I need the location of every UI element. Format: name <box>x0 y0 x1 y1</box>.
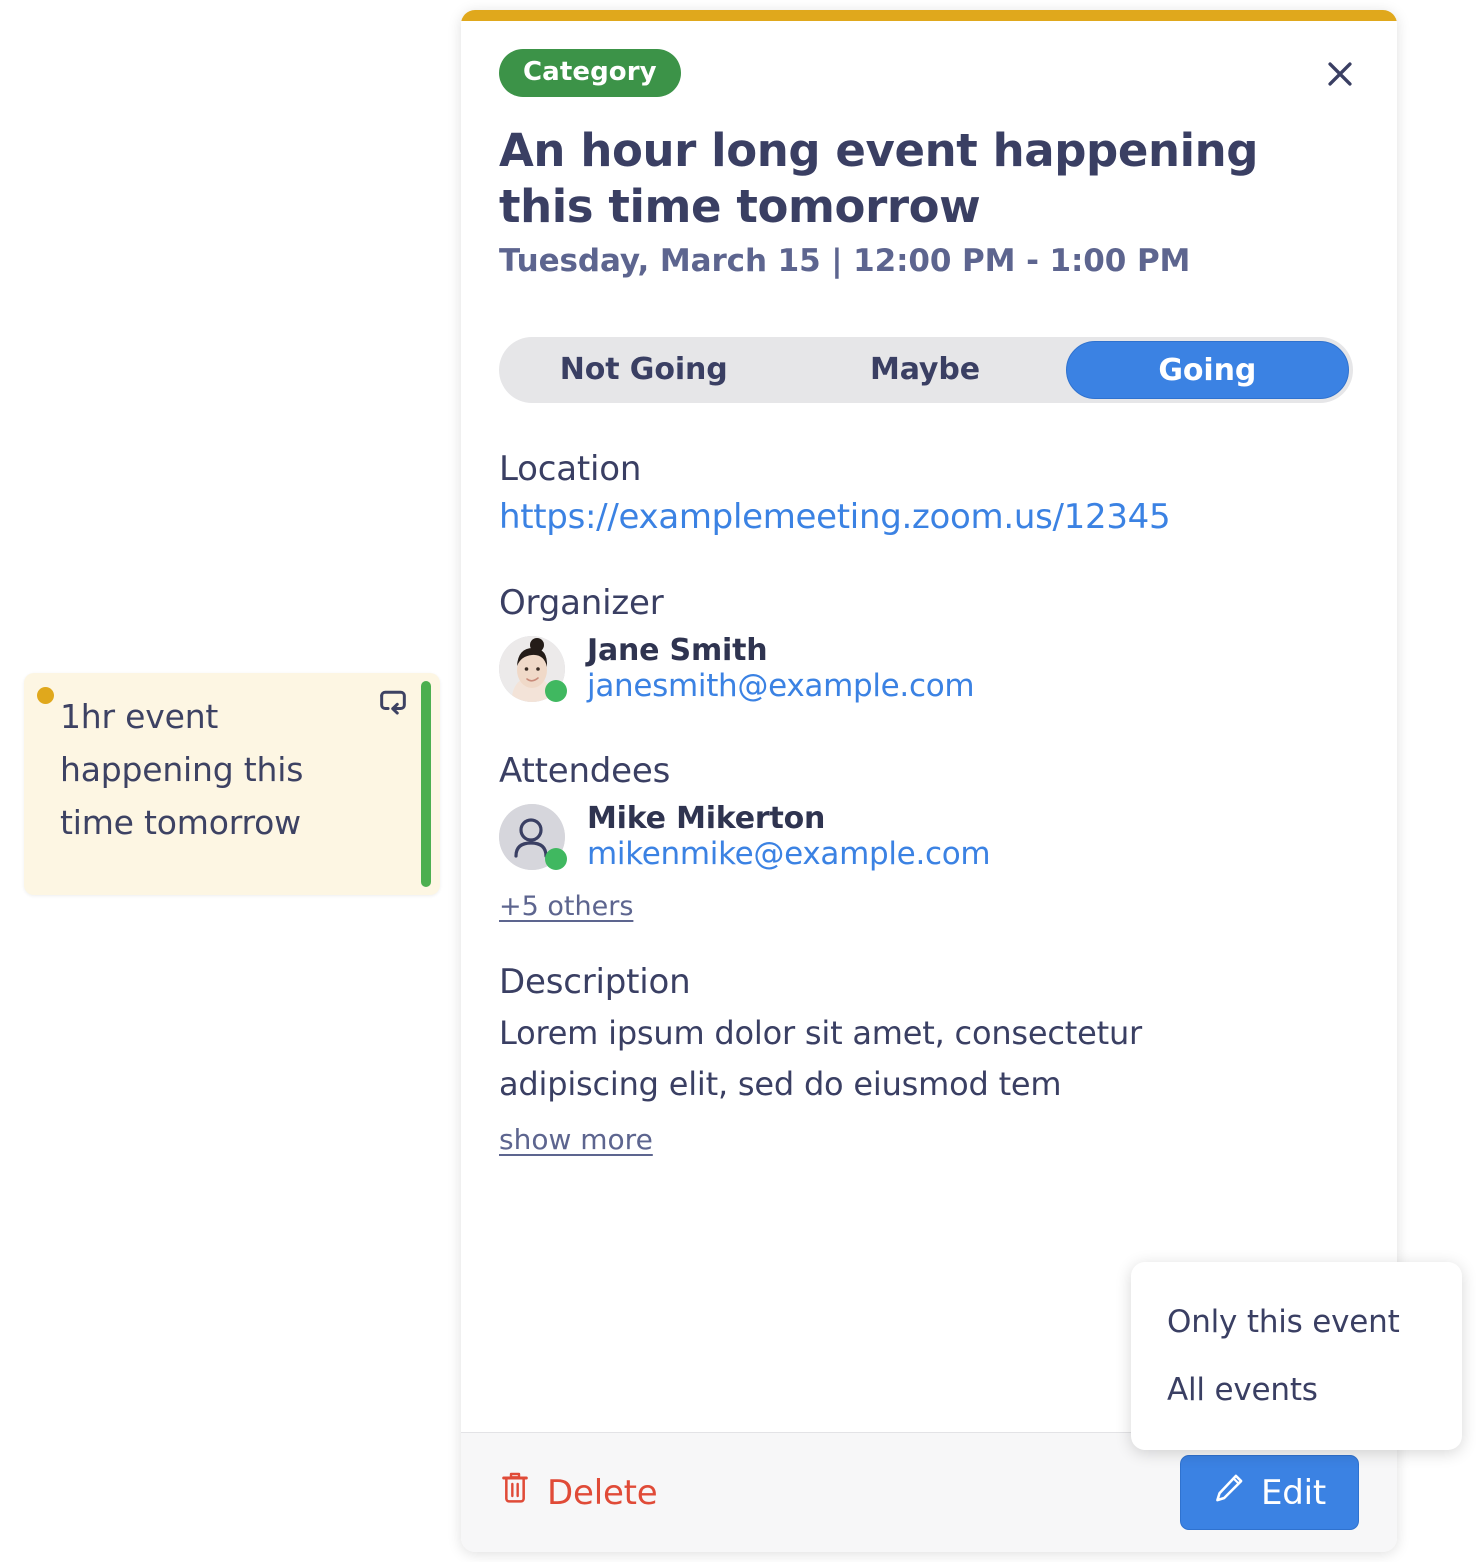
rsvp-option-going[interactable]: Going <box>1065 340 1349 399</box>
more-attendees-link[interactable]: +5 others <box>499 891 633 922</box>
location-section: Location https://examplemeeting.zoom.us/… <box>499 449 1359 537</box>
attendees-label: Attendees <box>499 750 671 791</box>
avatar <box>499 635 567 702</box>
attendees-section: Attendees Mike Mikerton mikenmike@exampl… <box>499 751 1359 922</box>
avatar <box>499 803 567 870</box>
organizer-email[interactable]: janesmith@example.com <box>587 668 975 705</box>
organizer-label: Organizer <box>499 582 664 623</box>
rsvp-option-not-going[interactable]: Not Going <box>503 341 784 399</box>
location-label: Location <box>499 448 642 489</box>
recurrence-scope-dropdown: Only this event All events <box>1131 1262 1462 1450</box>
attendee-info: Mike Mikerton mikenmike@example.com <box>587 800 991 873</box>
event-calendar-color-strip <box>421 681 431 887</box>
description-label: Description <box>499 961 691 1002</box>
dropdown-item-only-this-event[interactable]: Only this event <box>1131 1288 1462 1356</box>
attendee-email[interactable]: mikenmike@example.com <box>587 836 991 873</box>
organizer-row[interactable]: Jane Smith janesmith@example.com <box>499 633 1359 705</box>
card-header: Category <box>499 49 1359 97</box>
event-chip-title: 1hr event happening this time tomorrow <box>60 697 304 842</box>
delete-label: Delete <box>547 1472 658 1513</box>
category-badge[interactable]: Category <box>499 49 681 97</box>
event-color-dot <box>37 687 54 704</box>
event-datetime: Tuesday, March 15 | 12:00 PM - 1:00 PM <box>499 242 1191 279</box>
accent-bar <box>461 10 1397 21</box>
description-section: Description Lorem ipsum dolor sit amet, … <box>499 962 1359 1157</box>
card-body: Category An hour long event happening th… <box>461 21 1397 1432</box>
attendee-row[interactable]: Mike Mikerton mikenmike@example.com <box>499 801 1359 873</box>
attendee-name: Mike Mikerton <box>587 800 826 836</box>
organizer-name: Jane Smith <box>587 632 768 668</box>
calendar-event-chip[interactable]: 1hr event happening this time tomorrow <box>24 673 440 895</box>
description-text: Lorem ipsum dolor sit amet, consectetur … <box>499 1013 1142 1104</box>
location-link[interactable]: https://examplemeeting.zoom.us/12345 <box>499 497 1359 537</box>
organizer-info: Jane Smith janesmith@example.com <box>587 632 975 705</box>
card-footer: Delete Edit <box>461 1432 1397 1552</box>
edit-button[interactable]: Edit <box>1179 1455 1359 1530</box>
organizer-section: Organizer Jane Smith janesmith@example.c… <box>499 583 1359 705</box>
rsvp-toggle-group: Not Going Maybe Going <box>499 336 1353 403</box>
rsvp-option-maybe[interactable]: Maybe <box>784 341 1065 399</box>
repeat-icon <box>376 689 410 721</box>
close-icon[interactable] <box>1317 51 1363 97</box>
online-status-dot <box>545 679 567 702</box>
edit-label: Edit <box>1260 1472 1326 1513</box>
trash-icon <box>499 1470 531 1515</box>
online-status-dot <box>545 847 567 870</box>
show-more-link[interactable]: show more <box>499 1123 653 1156</box>
delete-button[interactable]: Delete <box>499 1470 658 1515</box>
event-title: An hour long event happening this time t… <box>499 124 1259 233</box>
dropdown-item-all-events[interactable]: All events <box>1131 1356 1462 1424</box>
pencil-icon <box>1213 1472 1245 1513</box>
